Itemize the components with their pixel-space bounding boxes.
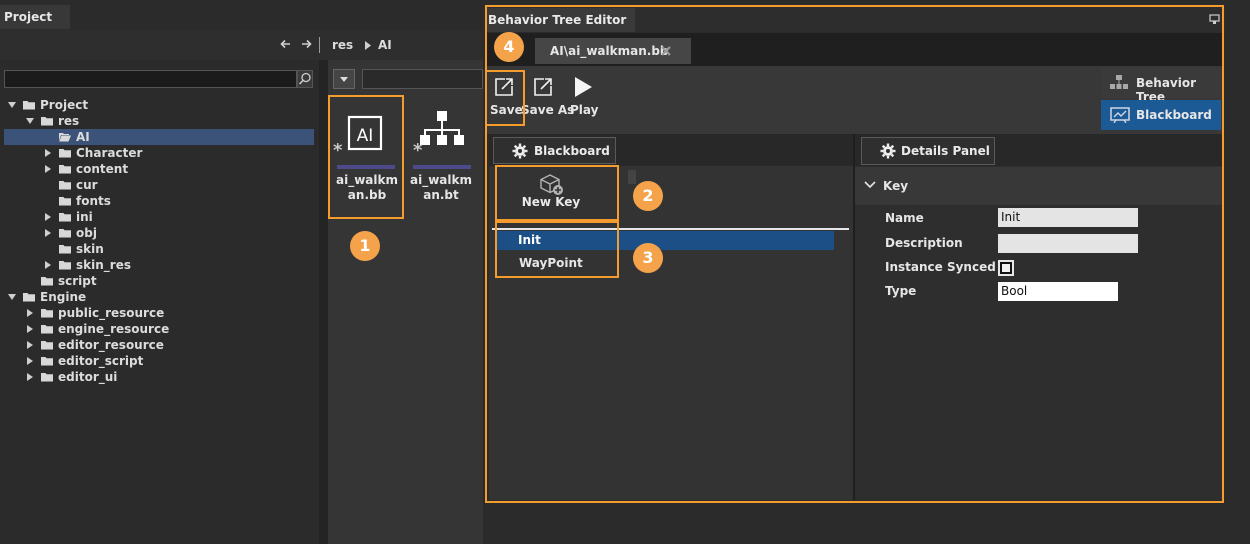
tree-item[interactable]: skin: [4, 241, 314, 257]
folder-icon: [59, 212, 71, 222]
asset-view-dropdown[interactable]: [333, 69, 355, 89]
folder-icon: [59, 196, 71, 206]
folder-icon: [41, 340, 53, 350]
annotation-box-asset: [328, 95, 404, 219]
collapsed-arrow-icon[interactable]: [26, 309, 34, 317]
folder-icon: [41, 308, 53, 318]
expanded-arrow-icon[interactable]: [8, 101, 16, 109]
asset-type-bar: [413, 165, 471, 169]
tree-item-label: editor_resource: [58, 338, 164, 352]
folder-icon: [59, 132, 71, 142]
project-tab[interactable]: Project: [0, 5, 70, 29]
tree-item[interactable]: editor_resource: [4, 337, 314, 353]
expanded-arrow-icon[interactable]: [26, 117, 34, 125]
tree-item-label: Engine: [40, 290, 87, 304]
tree-item-label: script: [58, 274, 97, 288]
folder-icon: [41, 116, 53, 126]
tree-item[interactable]: AI: [4, 129, 314, 145]
annotation-badge-2: 2: [633, 181, 663, 211]
folder-icon: [59, 164, 71, 174]
tree-item-label: editor_script: [58, 354, 144, 368]
tree-item[interactable]: Character: [4, 145, 314, 161]
panel-splitter[interactable]: [319, 60, 328, 544]
forward-arrow-icon[interactable]: [300, 38, 312, 50]
breadcrumb-divider: [319, 37, 320, 53]
collapsed-arrow-icon[interactable]: [26, 373, 34, 381]
tree-item[interactable]: editor_script: [4, 353, 314, 369]
tree-item[interactable]: engine_resource: [4, 321, 314, 337]
collapsed-arrow-icon[interactable]: [44, 229, 52, 237]
tree-item-label: public_resource: [58, 306, 165, 320]
tree-item-label: res: [58, 114, 80, 128]
tree-item-label: Character: [76, 146, 143, 160]
annotation-badge-3: 3: [633, 243, 663, 273]
tree-item-label: obj: [76, 226, 97, 240]
folder-icon: [59, 148, 71, 158]
tree-item[interactable]: fonts: [4, 193, 314, 209]
collapsed-arrow-icon[interactable]: [44, 165, 52, 173]
collapsed-arrow-icon[interactable]: [44, 213, 52, 221]
folder-icon: [23, 292, 35, 302]
tree-item[interactable]: obj: [4, 225, 314, 241]
annotation-box-keys: [495, 221, 619, 278]
folder-icon: [41, 276, 53, 286]
tree-item[interactable]: res: [4, 113, 314, 129]
behavior-tree-file-icon: [418, 109, 464, 149]
project-search-input[interactable]: [4, 70, 297, 88]
breadcrumb-chevron-icon: [365, 41, 371, 50]
annotation-badge-1: 1: [350, 231, 380, 261]
annotation-box-new-key: [495, 165, 619, 221]
tree-item-label: Project: [40, 98, 89, 112]
tree-item-label: AI: [76, 130, 90, 144]
tree-item[interactable]: public_resource: [4, 305, 314, 321]
tree-item-label: cur: [76, 178, 98, 192]
asset-filter-input[interactable]: [362, 69, 483, 89]
tree-item[interactable]: script: [4, 273, 314, 289]
folder-icon: [59, 180, 71, 190]
breadcrumb-res[interactable]: res: [332, 38, 353, 52]
tree-item-label: ini: [76, 210, 93, 224]
tree-item-label: skin_res: [76, 258, 131, 272]
tree-item[interactable]: Project: [4, 97, 314, 113]
tree-item[interactable]: content: [4, 161, 314, 177]
tree-item-label: fonts: [76, 194, 111, 208]
tree-item[interactable]: Engine: [4, 289, 314, 305]
folder-icon: [41, 372, 53, 382]
asset-item-bt[interactable]: * ai_walkm an.bt: [408, 96, 482, 218]
tree-item-label: content: [76, 162, 129, 176]
project-nav-bar: [0, 30, 483, 60]
tree-item[interactable]: editor_ui: [4, 369, 314, 385]
tree-item[interactable]: skin_res: [4, 257, 314, 273]
folder-icon: [41, 356, 53, 366]
tree-item-label: engine_resource: [58, 322, 170, 336]
folder-icon: [59, 244, 71, 254]
collapsed-arrow-icon[interactable]: [26, 341, 34, 349]
tree-item[interactable]: ini: [4, 209, 314, 225]
tree-item[interactable]: cur: [4, 177, 314, 193]
folder-icon: [59, 228, 71, 238]
breadcrumb-ai[interactable]: AI: [378, 38, 392, 52]
back-arrow-icon[interactable]: [280, 38, 292, 50]
collapsed-arrow-icon[interactable]: [44, 149, 52, 157]
annotation-box-save: [485, 70, 525, 126]
collapsed-arrow-icon[interactable]: [26, 325, 34, 333]
project-tab-strip: [70, 5, 483, 29]
tree-item-label: editor_ui: [58, 370, 118, 384]
tree-item-label: skin: [76, 242, 104, 256]
folder-icon: [59, 260, 71, 270]
annotation-badge-4: 4: [494, 32, 524, 62]
folder-icon: [23, 100, 35, 110]
collapsed-arrow-icon[interactable]: [44, 261, 52, 269]
asset-name: ai_walkm an.bt: [410, 173, 472, 202]
folder-icon: [41, 324, 53, 334]
search-icon[interactable]: [297, 70, 313, 88]
project-tree: Project res AI Character content cur fonts ini o…: [4, 97, 314, 397]
asterisk-icon: *: [413, 140, 423, 161]
collapsed-arrow-icon[interactable]: [26, 357, 34, 365]
expanded-arrow-icon[interactable]: [8, 293, 16, 301]
